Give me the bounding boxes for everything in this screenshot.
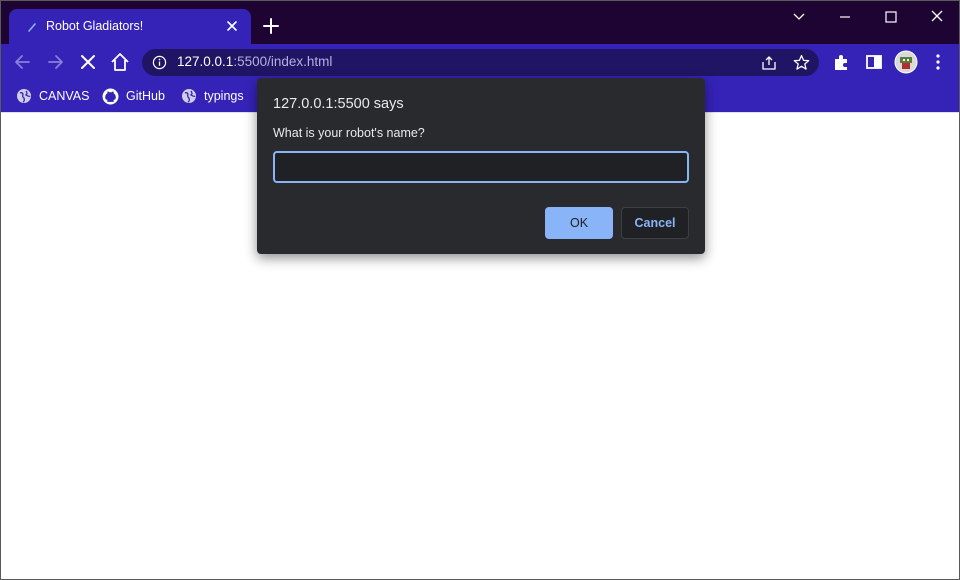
maximize-icon[interactable]: [880, 7, 902, 27]
close-tab-icon[interactable]: [224, 18, 240, 34]
url-path: :5500/index.html: [233, 54, 333, 69]
back-icon[interactable]: [12, 51, 34, 73]
bookmark-github[interactable]: GitHub: [102, 86, 165, 106]
ok-button[interactable]: OK: [545, 207, 613, 239]
cancel-button[interactable]: Cancel: [621, 207, 689, 239]
url-text: 127.0.0.1:5500/index.html: [177, 54, 332, 69]
toolbar: 127.0.0.1:5500/index.html: [1, 44, 959, 81]
globe-icon: [182, 89, 196, 103]
minimize-icon[interactable]: [834, 7, 856, 27]
bookmark-label: GitHub: [126, 89, 165, 103]
bookmark-star-icon[interactable]: [793, 54, 810, 71]
bookmark-typings[interactable]: typings: [181, 86, 244, 106]
loading-icon: [28, 23, 36, 32]
address-bar[interactable]: 127.0.0.1:5500/index.html: [142, 49, 819, 76]
tab-active[interactable]: Robot Gladiators!: [9, 9, 251, 44]
home-icon[interactable]: [109, 51, 131, 73]
stop-loading-icon[interactable]: [77, 51, 99, 73]
robot-name-input[interactable]: [273, 151, 689, 183]
browser-window: Robot Gladiators! 127.0.0.1:5500/index.h…: [0, 0, 960, 580]
side-panel-icon[interactable]: [863, 51, 885, 73]
title-bar: Robot Gladiators!: [1, 1, 959, 44]
bookmark-canvas[interactable]: CANVAS: [16, 86, 89, 106]
tab-search-icon[interactable]: [788, 7, 810, 27]
dialog-title: 127.0.0.1:5500 says: [273, 96, 404, 112]
bookmark-label: CANVAS: [39, 89, 90, 103]
new-tab-icon[interactable]: [261, 16, 281, 36]
close-window-icon[interactable]: [926, 7, 948, 27]
tab-title: Robot Gladiators!: [46, 19, 144, 33]
dialog-message: What is your robot's name?: [273, 126, 425, 140]
github-icon: [102, 88, 119, 104]
globe-icon: [17, 89, 31, 103]
profile-avatar-icon[interactable]: [894, 50, 918, 74]
share-icon[interactable]: [761, 55, 777, 71]
prompt-dialog: 127.0.0.1:5500 says What is your robot's…: [257, 78, 705, 254]
info-icon[interactable]: [152, 55, 167, 70]
forward-icon[interactable]: [44, 51, 66, 73]
bookmark-label: typings: [204, 89, 244, 103]
url-host: 127.0.0.1: [177, 54, 234, 69]
menu-kebab-icon[interactable]: [927, 51, 949, 73]
extensions-icon[interactable]: [831, 51, 853, 73]
